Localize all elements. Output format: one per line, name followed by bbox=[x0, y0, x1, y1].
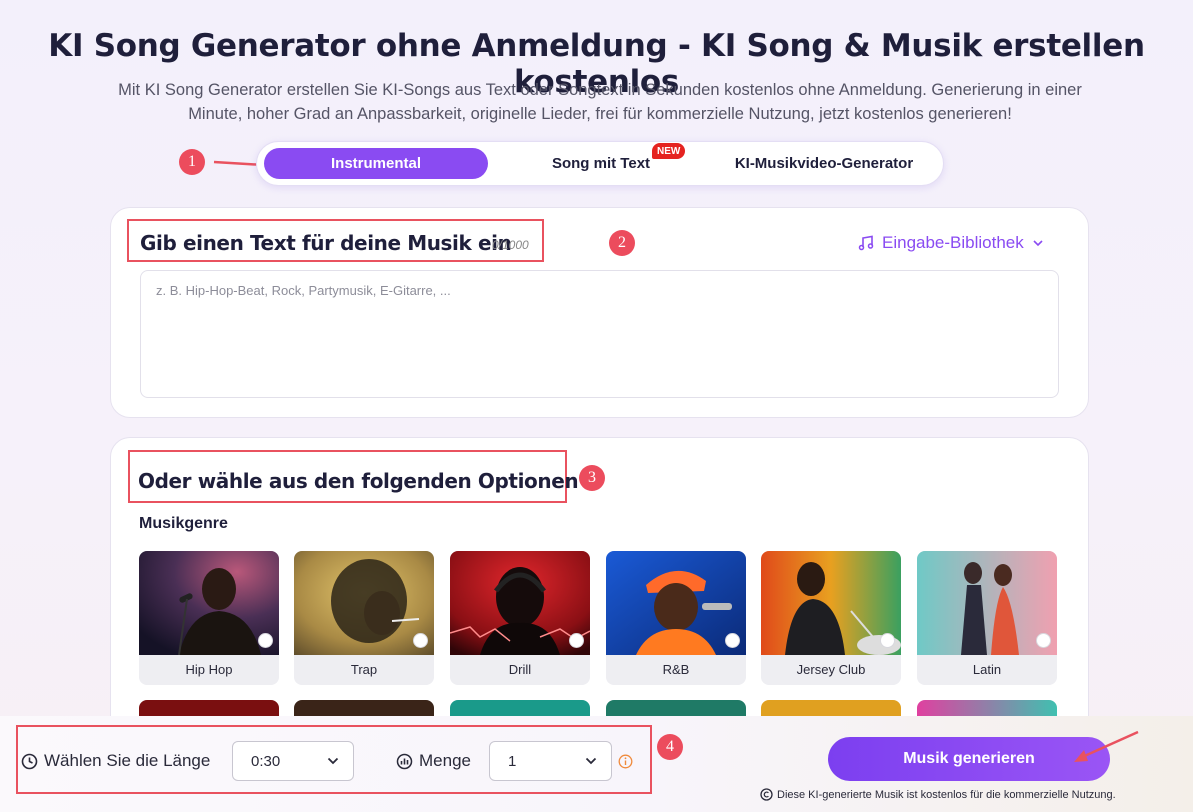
genre-radio[interactable] bbox=[725, 633, 740, 648]
character-counter: 0/1000 bbox=[492, 238, 529, 252]
genre-name: Trap bbox=[350, 662, 378, 677]
length-select-value: 0:30 bbox=[251, 752, 281, 770]
annotation-marker-1: 1 bbox=[179, 149, 205, 175]
amount-label-text: Menge bbox=[419, 751, 471, 770]
genre-name: Hip Hop bbox=[185, 662, 233, 677]
genre-radio[interactable] bbox=[258, 633, 273, 648]
genre-radio[interactable] bbox=[880, 633, 895, 648]
text-input-heading: Gib einen Text für deine Musik ein bbox=[140, 231, 512, 255]
genre-card-hip-hop[interactable]: Hip Hop bbox=[139, 551, 279, 685]
genre-card-drill[interactable]: Drill bbox=[450, 551, 590, 685]
options-heading: Oder wähle aus den folgenden Optionen bbox=[138, 469, 579, 493]
chevron-down-icon bbox=[1033, 240, 1043, 247]
annotation-marker-4: 4 bbox=[657, 734, 683, 760]
chevron-down-icon bbox=[327, 757, 339, 765]
clock-icon bbox=[21, 753, 38, 769]
page-subtitle: Mit KI Song Generator erstellen Sie KI-S… bbox=[118, 81, 1082, 123]
amount-select-value: 1 bbox=[508, 752, 517, 770]
tab-instrumental[interactable]: Instrumental bbox=[264, 148, 488, 179]
music-text-input[interactable] bbox=[140, 270, 1059, 398]
tab-ki-musikvideo-generator[interactable]: KI-Musikvideo-Generator bbox=[713, 148, 935, 179]
chevron-down-icon bbox=[585, 757, 597, 765]
genre-card-rnb[interactable]: R&B bbox=[606, 551, 746, 685]
genre-name: R&B bbox=[662, 662, 690, 677]
genre-card-jersey-club[interactable]: Jersey Club bbox=[761, 551, 901, 685]
mode-tab-bar: Instrumental Song mit Text KI-Musikvideo… bbox=[256, 141, 944, 186]
genre-section-label: Musikgenre bbox=[139, 515, 228, 532]
input-library-label: Eingabe-Bibliothek bbox=[882, 233, 1024, 252]
genre-name: Drill bbox=[508, 662, 532, 677]
length-label-text: Wählen Sie die Länge bbox=[44, 751, 211, 770]
genre-card-latin[interactable]: Latin bbox=[917, 551, 1057, 685]
length-label: Wählen Sie die Länge bbox=[21, 751, 210, 771]
genre-name: Latin bbox=[972, 662, 1002, 677]
copyright-icon bbox=[760, 788, 773, 801]
genre-radio[interactable] bbox=[1036, 633, 1051, 648]
commercial-use-note-text: Diese KI-generierte Musik ist kostenlos … bbox=[777, 788, 1116, 801]
genre-radio[interactable] bbox=[413, 633, 428, 648]
info-icon[interactable] bbox=[618, 754, 633, 769]
new-badge: NEW bbox=[652, 143, 686, 159]
amount-label: Menge bbox=[396, 751, 471, 771]
annotation-marker-3: 3 bbox=[579, 465, 605, 491]
genre-name: Jersey Club bbox=[796, 662, 866, 677]
annotation-marker-2: 2 bbox=[609, 230, 635, 256]
amount-select[interactable]: 1 bbox=[489, 741, 612, 781]
length-select[interactable]: 0:30 bbox=[232, 741, 354, 781]
genre-card-trap[interactable]: Trap bbox=[294, 551, 434, 685]
commercial-use-note: Diese KI-generierte Musik ist kostenlos … bbox=[760, 788, 1116, 801]
music-note-icon bbox=[858, 235, 874, 251]
genre-radio[interactable] bbox=[569, 633, 584, 648]
annotation-arrow-4 bbox=[1074, 730, 1139, 762]
input-library-dropdown[interactable]: Eingabe-Bibliothek bbox=[858, 233, 1044, 253]
bar-chart-icon bbox=[396, 753, 413, 769]
